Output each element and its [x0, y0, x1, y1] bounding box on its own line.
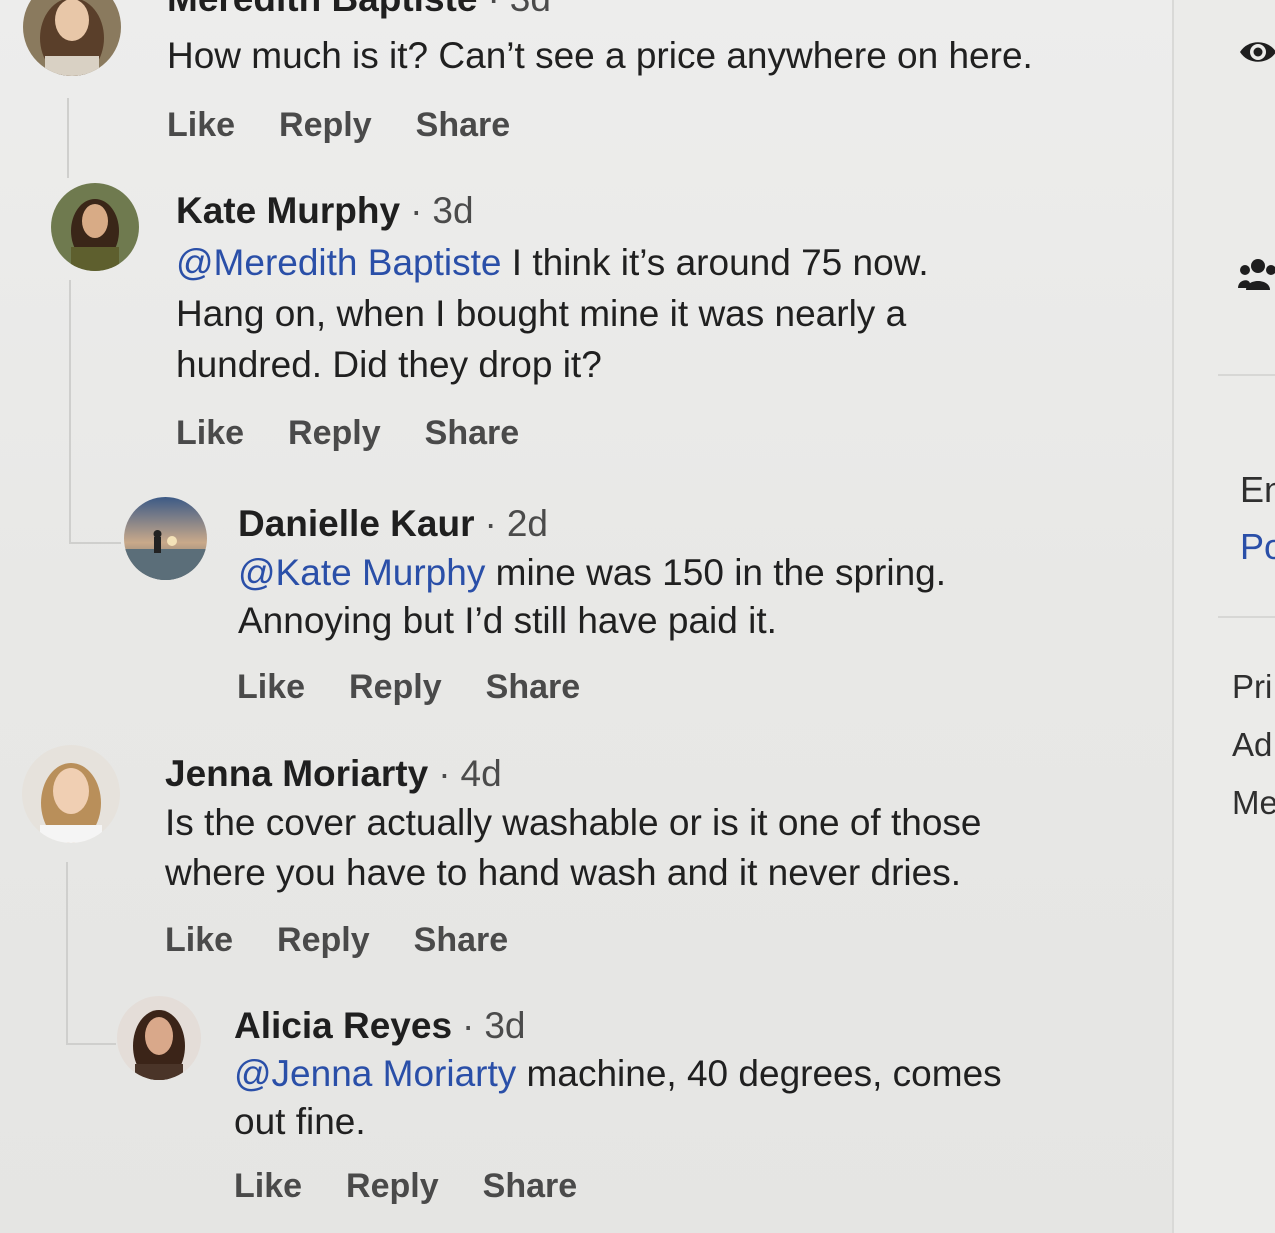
reply-button[interactable]: Reply	[279, 105, 372, 145]
screen: Meredith Baptiste·3d How much is it? Can…	[0, 0, 1275, 1233]
comment-text-line: machine, 40 degrees, comes	[516, 1053, 1002, 1094]
eye-icon[interactable]	[1238, 34, 1275, 70]
comment-age[interactable]: 2d	[507, 503, 548, 544]
sidebar-link[interactable]: Pri	[1232, 667, 1272, 707]
sidebar-text: En	[1240, 469, 1275, 510]
comment-actions: Like Reply Share	[165, 920, 552, 960]
like-button[interactable]: Like	[234, 1166, 302, 1206]
comment-text-line: where you have to hand wash and it never…	[165, 852, 961, 893]
like-button[interactable]: Like	[165, 920, 233, 960]
comment-header: Kate Murphy · 3d	[176, 190, 474, 232]
comment-text: Is the cover actually washable or is it …	[165, 798, 982, 898]
comment-actions: Like Reply Share	[167, 105, 554, 145]
comment-text-line: I think it’s around 75 now.	[501, 242, 929, 283]
comment-text: How much is it? Can’t see a price anywhe…	[167, 35, 1033, 76]
comment-text-line: out fine.	[234, 1101, 366, 1142]
reply-button[interactable]: Reply	[346, 1166, 439, 1206]
comment-age[interactable]: 3d	[484, 1005, 525, 1046]
comment-text-line: Annoying but I’d still have paid it.	[238, 600, 777, 641]
comment-text: @Kate Murphy mine was 150 in the spring.…	[238, 549, 946, 645]
separator-dot: ·	[438, 753, 451, 794]
comment-text: @Jenna Moriarty machine, 40 degrees, com…	[234, 1050, 1002, 1146]
mention-link[interactable]: @Meredith Baptiste	[176, 242, 501, 283]
comment-header: Alicia Reyes · 3d	[234, 1005, 526, 1047]
share-button[interactable]: Share	[425, 413, 520, 453]
separator-dot: ·	[410, 190, 423, 231]
mention-link[interactable]: @Jenna Moriarty	[234, 1053, 516, 1094]
sidebar-divider	[1218, 616, 1275, 618]
sidebar-link[interactable]: Ad	[1232, 725, 1272, 765]
comment-text-line: hundred. Did they drop it?	[176, 344, 602, 385]
reply-button[interactable]: Reply	[288, 413, 381, 453]
author-name[interactable]: Kate Murphy	[176, 190, 400, 231]
share-button[interactable]: Share	[486, 667, 581, 707]
separator-dot: ·	[487, 0, 499, 19]
thread-line	[66, 1043, 116, 1045]
like-button[interactable]: Like	[176, 413, 244, 453]
author-name[interactable]: Jenna Moriarty	[165, 753, 428, 794]
avatar[interactable]	[117, 996, 201, 1080]
comment-text-line: Is the cover actually washable or is it …	[165, 802, 982, 843]
avatar[interactable]	[124, 497, 207, 580]
author-name[interactable]: Alicia Reyes	[234, 1005, 452, 1046]
avatar[interactable]	[22, 745, 120, 843]
separator-dot: ·	[462, 1005, 475, 1046]
sidebar-link[interactable]: Po	[1240, 527, 1275, 567]
comment-actions: Like Reply Share	[234, 1166, 621, 1206]
comment-text-line: Hang on, when I bought mine it was nearl…	[176, 293, 907, 334]
separator-dot: ·	[484, 503, 497, 544]
comment-actions: Like Reply Share	[176, 413, 563, 453]
mention-link[interactable]: @Kate Murphy	[238, 552, 485, 593]
sidebar-link[interactable]: Me	[1232, 783, 1275, 823]
right-sidebar: En Po Pri Ad Me	[1172, 0, 1275, 1233]
comments-panel: Meredith Baptiste·3d How much is it? Can…	[0, 0, 1172, 1233]
comment-header: Meredith Baptiste · 3d	[167, 0, 551, 20]
comment-age[interactable]: 4d	[461, 753, 502, 794]
thread-line	[67, 98, 69, 178]
comment-age[interactable]: 3d	[432, 190, 473, 231]
reply-button[interactable]: Reply	[349, 667, 442, 707]
reply-button[interactable]: Reply	[277, 920, 370, 960]
avatar[interactable]	[23, 0, 121, 76]
comment-header: Danielle Kaur · 2d	[238, 503, 548, 545]
thread-line	[69, 280, 71, 542]
share-button[interactable]: Share	[483, 1166, 578, 1206]
like-button[interactable]: Like	[237, 667, 305, 707]
thread-line	[66, 862, 68, 1044]
author-name[interactable]: Danielle Kaur	[238, 503, 474, 544]
author-name[interactable]: Meredith Baptiste	[167, 0, 477, 19]
people-icon[interactable]	[1238, 256, 1275, 294]
comment-text: @Meredith Baptiste I think it’s around 7…	[176, 237, 929, 390]
like-button[interactable]: Like	[167, 105, 235, 145]
share-button[interactable]: Share	[414, 920, 509, 960]
comment-text-line: mine was 150 in the spring.	[485, 552, 947, 593]
comment-actions: Like Reply Share	[237, 667, 624, 707]
share-button[interactable]: Share	[416, 105, 511, 145]
comment-header: Jenna Moriarty · 4d	[165, 753, 502, 795]
comment-age[interactable]: 3d	[510, 0, 551, 19]
thread-line	[69, 542, 121, 544]
avatar[interactable]	[51, 183, 139, 271]
sidebar-divider	[1218, 374, 1275, 376]
